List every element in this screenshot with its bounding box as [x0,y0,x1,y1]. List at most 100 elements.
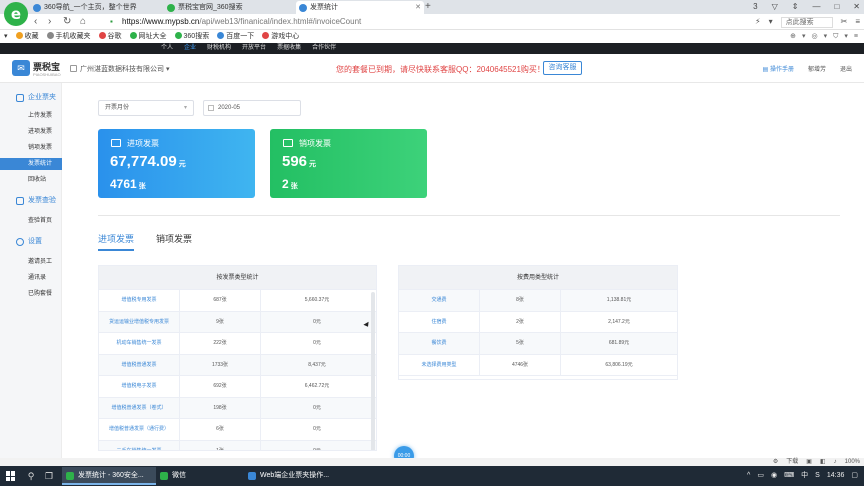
fee-name-link[interactable]: 餐饮费 [399,333,480,354]
sidebar-item-contacts[interactable]: 通讯录 [0,272,62,284]
user-name[interactable]: 郁增芳 [808,64,826,73]
bookmark-favorites[interactable]: 收藏 [15,31,39,43]
type-name-link[interactable]: 货运运输业增值税专用发票 [99,311,180,332]
type-name-link[interactable]: 增值税专用发票 [99,290,180,311]
taskbar-app-browser[interactable]: 发票统计 - 360安全... [62,467,156,485]
dropdown-icon[interactable]: ▾ [844,31,848,43]
dropdown-icon[interactable]: ▾ [824,31,828,43]
logo-icon[interactable]: ✉ [12,60,30,76]
nav-personal[interactable]: 个人 [161,43,173,54]
battery-icon[interactable]: ▭ [757,466,764,486]
browser-search-input[interactable]: 点此搜索 [780,16,833,28]
tab-count-button[interactable]: 3 [753,0,757,14]
sidebar-item-output-invoices[interactable]: 销项发票 [0,142,62,154]
browser-tab-360nav[interactable]: 360导航_一个主页，整个世界 [30,1,164,14]
fee-name-link[interactable]: 住宿费 [399,311,480,332]
bookmark-sites[interactable]: 网址大全 [129,31,167,43]
type-name-link[interactable]: 机动车销售统一发票 [99,333,180,354]
windows-start-icon[interactable] [6,471,16,481]
manual-link[interactable]: ▤ 操作手册 [763,64,794,73]
bookmark-menu-icon[interactable]: ▾ [4,31,8,43]
bookmark-360search[interactable]: 360搜索 [174,31,209,43]
consult-service-button[interactable]: 咨询客服 [543,61,582,75]
nav-tax-agency[interactable]: 财税机构 [207,43,231,54]
tab-input-invoices[interactable]: 进项发票 [98,232,134,245]
sidebar-item-input-invoices[interactable]: 进项发票 [0,126,62,138]
camera-icon[interactable]: ◎ [812,31,818,43]
url-input[interactable]: ▪ https://www.mypsb.cn/api/web13/finanic… [108,16,668,28]
menu-icon[interactable]: ≡ [855,14,860,30]
keyboard-icon[interactable]: ⌨ [784,466,794,486]
sidebar-item-invoice-stats[interactable]: 发票统计 [0,158,62,170]
tray-expand-icon[interactable]: ^ [747,466,750,486]
taskbar-app-wechat[interactable]: 微信 [156,467,244,485]
downloads-button[interactable]: 下载 [786,458,798,466]
close-window-button[interactable]: ✕ [853,0,860,14]
nav-open-platform[interactable]: 开放平台 [242,43,266,54]
input-invoice-card[interactable]: 进项发票 67,774.09 元 4761 张 [98,129,255,198]
type-name-link[interactable]: 增值税普通发票（卷式） [99,397,180,418]
shield-icon[interactable]: ⛉ [833,31,838,43]
extension-icon[interactable]: ⊕ [790,31,796,43]
fee-name-link[interactable]: 交通费 [399,290,480,311]
browser-tab-search[interactable]: 票税宝官网_360搜索 [164,1,298,14]
bookmark-mobile[interactable]: 手机收藏夹 [46,31,91,43]
sidebar-item-purchased-plans[interactable]: 已购套餐 [0,288,62,300]
sidebar-item-upload[interactable]: 上传发票 [0,110,62,122]
scissors-icon[interactable]: ✂ [841,14,848,30]
ime-indicator[interactable]: 中 [801,466,808,486]
bookmark-games[interactable]: 游戏中心 [262,31,299,43]
type-name-link[interactable]: 二手车销售统一发票 [99,440,180,450]
output-invoice-card[interactable]: 销项发票 596 元 2张 [270,129,427,198]
maximize-button[interactable]: □ [834,0,839,14]
sound-icon[interactable]: ♪ [834,458,837,466]
bookmark-baidu[interactable]: 百度一下 [217,31,254,43]
period-type-select[interactable]: 开票月份 ▾ [98,100,194,116]
bookmark-google[interactable]: 谷歌 [98,31,122,43]
grid-menu-icon[interactable]: ≡ [854,31,858,43]
sogou-ime-icon[interactable]: S [815,466,820,486]
minimize-button[interactable]: — [812,0,820,14]
settings-icon[interactable]: ⚙ [773,458,778,466]
screenshot-icon[interactable]: ▣ [806,458,812,466]
window-icon[interactable]: ◧ [820,458,826,466]
network-icon[interactable]: ◉ [771,466,777,486]
type-name-link[interactable]: 增值税普通发票 [99,354,180,375]
notification-icon[interactable]: ▢ [851,466,858,486]
nav-receipt-collect[interactable]: 票据收集 [277,43,301,54]
browser-tab-invoice-stats[interactable]: 发票统计 ✕ [296,1,424,14]
type-name-link[interactable]: 增值税电子发票 [99,376,180,397]
sidebar-group-invoice-folder[interactable]: 企业票夹 [0,91,62,105]
logout-link[interactable]: 退出 [840,64,852,73]
sidebar-group-invoice-check[interactable]: 发票查验 [0,194,62,208]
clock[interactable]: 14:36 [827,466,845,486]
back-icon[interactable]: ‹ [34,14,37,30]
dropdown-icon[interactable]: ▾ [769,14,773,30]
taskbar-app-doc[interactable]: Web端企业票夹操作... [244,467,336,485]
new-tab-button[interactable]: + [425,0,431,14]
browser-logo-icon[interactable]: e [4,2,28,26]
task-view-icon[interactable]: ❐ [42,469,56,483]
refresh-icon[interactable]: ↻ [63,14,71,30]
dropdown-icon[interactable]: ▾ [802,31,806,43]
nav-enterprise[interactable]: 企业 [184,43,196,54]
table-scrollbar[interactable] [371,292,375,450]
home-icon[interactable]: ⌂ [80,14,86,30]
search-icon[interactable]: ⚲ [24,469,38,483]
forward-icon[interactable]: › [48,14,51,30]
tab-output-invoices[interactable]: 销项发票 [156,232,192,245]
type-name-link[interactable]: 增值税普通发票（通行费） [99,419,180,440]
skin-button[interactable]: ▽ [772,0,778,14]
restore-size-button[interactable]: ⇕ [792,0,799,14]
company-selector[interactable]: 广州湛蓝数据科技有限公司 ▾ [70,64,169,74]
sidebar-group-settings[interactable]: 设置 [0,235,62,249]
tab-close-icon[interactable]: ✕ [415,1,421,14]
sidebar-item-check-home[interactable]: 查验首页 [0,215,62,227]
sidebar-item-recycle-bin[interactable]: 回收站 [0,174,62,186]
month-picker[interactable]: 2020-05 [203,100,301,116]
zoom-level[interactable]: 100% [845,458,860,466]
speed-icon[interactable]: ⚡ [755,14,761,30]
nav-partners[interactable]: 合作伙伴 [312,43,336,54]
fee-name-link[interactable]: 未选择费用类型 [399,354,480,375]
sidebar-item-invite[interactable]: 邀请员工 [0,256,62,268]
